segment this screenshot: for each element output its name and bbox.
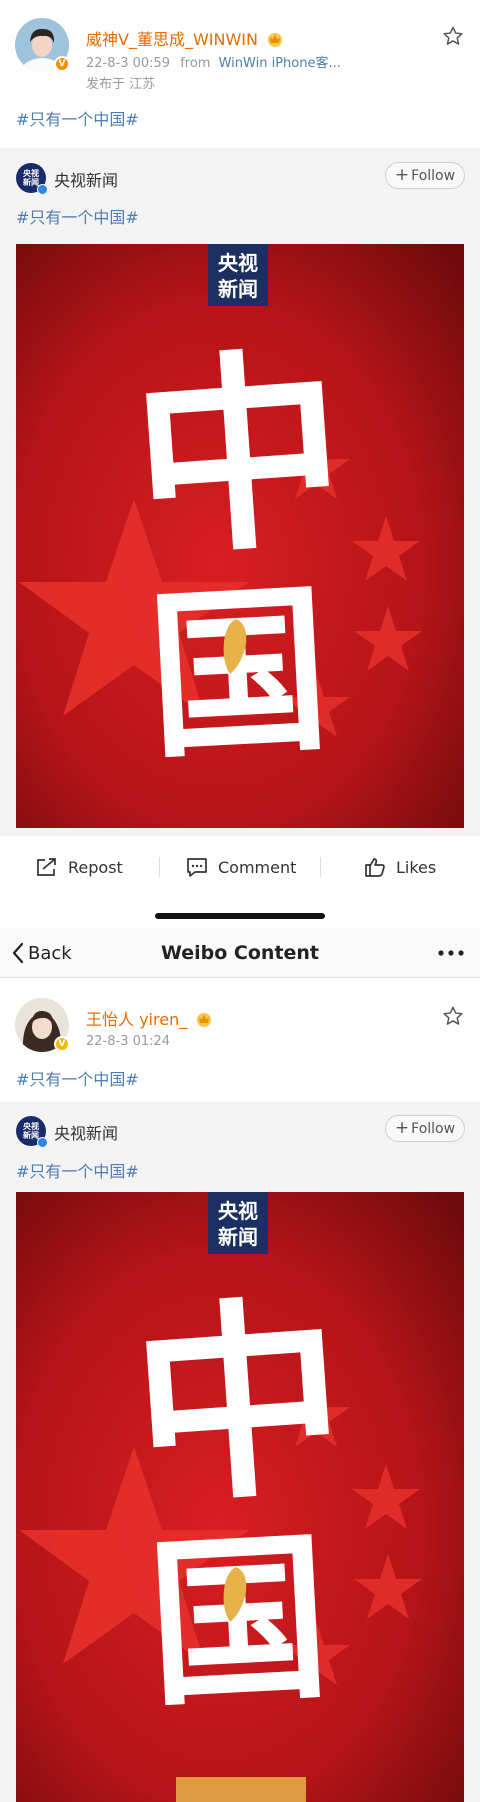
verified-badge xyxy=(37,184,48,195)
weibo-page: V 威神V_董思成_WINWIN 22-8-3 00:59 from WinWi… xyxy=(0,0,480,1802)
post-hashtag[interactable]: #只有一个中国# xyxy=(16,106,139,130)
post-header: V 王怡人 yiren_ 22-8-3 01:24 xyxy=(0,978,480,1058)
comment-label: Comment xyxy=(218,857,297,877)
username-text[interactable]: 王怡人 yiren_ xyxy=(86,1010,187,1029)
comment-icon xyxy=(187,858,207,877)
poster-logo-top: 央视 xyxy=(218,251,258,275)
cctv-avatar-text-top: 央视 xyxy=(23,1122,39,1131)
cctv-avatar-text-top: 央视 xyxy=(23,169,39,178)
comment-button[interactable]: Comment xyxy=(186,836,296,898)
poster-logo-top: 央视 xyxy=(218,1199,258,1223)
crown-icon xyxy=(197,1013,212,1027)
back-button[interactable]: Back xyxy=(12,928,72,978)
repost-author[interactable]: 央视新闻 xyxy=(54,167,118,191)
post-time: 22-8-3 00:59 xyxy=(86,56,171,71)
back-label: Back xyxy=(28,942,72,964)
repost-author[interactable]: 央视新闻 xyxy=(54,1120,118,1144)
poster-image[interactable]: 央视 新闻 中 国 xyxy=(16,244,464,828)
divider xyxy=(159,857,160,877)
cctv-avatar[interactable]: 央视 新闻 xyxy=(16,163,48,195)
poster-char-guo: 国 xyxy=(143,1513,334,1731)
page-title: Weibo Content xyxy=(160,942,320,964)
crown-icon xyxy=(268,33,283,47)
follow-button[interactable]: + Follow xyxy=(385,162,465,189)
follow-label: Follow xyxy=(411,1120,456,1137)
repost-card[interactable]: 央视 新闻 央视新闻 + Follow #只有一个中国# 央视 新闻 中 国 xyxy=(0,1102,480,1802)
poster-image[interactable]: 央视 新闻 中 国 xyxy=(16,1192,464,1802)
post-location: 发布于 江苏 xyxy=(86,77,156,92)
poster-char-guo: 国 xyxy=(143,565,334,783)
poster-caption-fragment xyxy=(176,1777,306,1802)
likes-button[interactable]: Likes xyxy=(364,836,436,898)
poster-char-zhong: 中 xyxy=(126,1275,353,1534)
star-icon[interactable] xyxy=(442,1005,464,1027)
plus-icon: + xyxy=(394,165,410,185)
action-bar: Repost Comment Likes xyxy=(0,836,480,898)
divider xyxy=(320,857,321,877)
post-hashtag[interactable]: #只有一个中国# xyxy=(16,1066,139,1090)
star-icon[interactable] xyxy=(442,25,464,47)
follow-button[interactable]: + Follow xyxy=(385,1115,465,1142)
verified-badge: V xyxy=(54,56,70,72)
repost-label: Repost xyxy=(68,857,123,877)
verified-badge xyxy=(37,1137,48,1148)
username[interactable]: 王怡人 yiren_ xyxy=(86,1006,213,1030)
thumbs-up-icon xyxy=(365,858,385,877)
from-label: from xyxy=(180,56,211,71)
post-header: V 威神V_董思成_WINWIN 22-8-3 00:59 from WinWi… xyxy=(0,0,480,92)
verified-badge: V xyxy=(54,1036,70,1052)
chevron-left-icon xyxy=(12,942,24,964)
repost-hashtag[interactable]: #只有一个中国# xyxy=(16,1158,139,1182)
repost-button[interactable]: Repost xyxy=(36,836,123,898)
repost-card[interactable]: 央视 新闻 央视新闻 + Follow #只有一个中国# 央视 新闻 中 国 xyxy=(0,148,480,836)
post-meta: 22-8-3 00:59 from WinWin iPhone客... xyxy=(86,52,341,71)
cctv-avatar[interactable]: 央视 新闻 xyxy=(16,1116,48,1148)
repost-icon xyxy=(37,858,56,876)
likes-label: Likes xyxy=(396,857,437,877)
poster-logo-bottom: 新闻 xyxy=(218,277,258,301)
post-time: 22-8-3 01:24 xyxy=(86,1034,171,1049)
more-dots-icon[interactable] xyxy=(436,942,466,964)
post-source[interactable]: WinWin iPhone客... xyxy=(219,56,341,71)
plus-icon: + xyxy=(394,1118,410,1138)
poster-char-zhong: 中 xyxy=(126,327,353,586)
follow-label: Follow xyxy=(411,167,456,184)
username[interactable]: 威神V_董思成_WINWIN xyxy=(86,26,284,50)
username-text[interactable]: 威神V_董思成_WINWIN xyxy=(86,30,258,49)
navigation-bar: Back Weibo Content xyxy=(0,928,480,978)
poster-logo-bottom: 新闻 xyxy=(218,1225,258,1249)
home-indicator xyxy=(155,913,325,919)
repost-hashtag[interactable]: #只有一个中国# xyxy=(16,204,139,228)
